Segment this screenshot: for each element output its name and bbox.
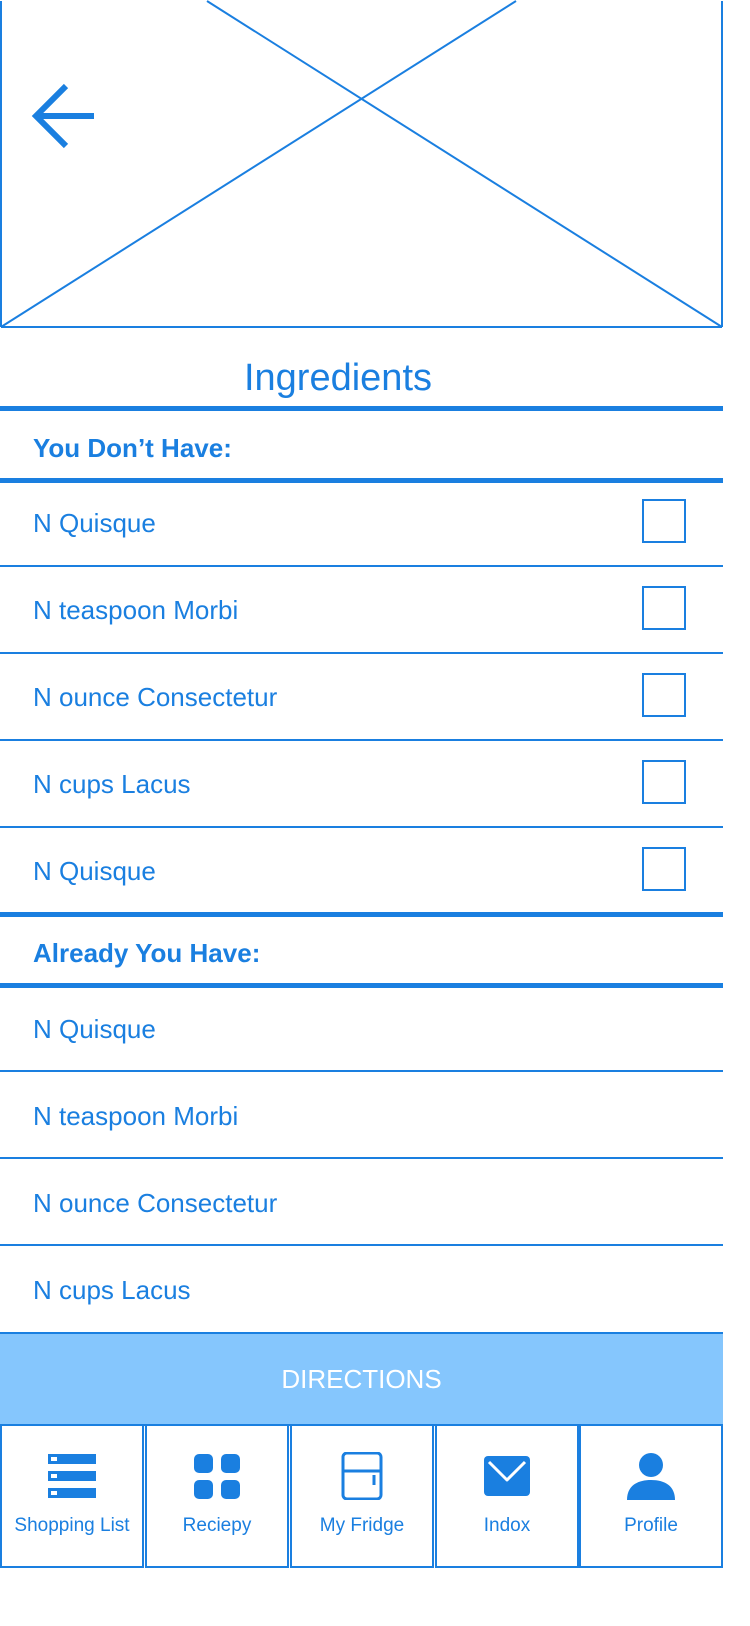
- ingredient-text: N cups Lacus: [33, 769, 191, 799]
- title-divider: [0, 406, 723, 411]
- tab-profile[interactable]: Profile: [579, 1426, 723, 1568]
- tab-shopping-list[interactable]: Shopping List: [0, 1426, 144, 1568]
- person-icon: [627, 1453, 675, 1500]
- section-divider: [0, 478, 723, 483]
- envelope-icon: [484, 1456, 530, 1496]
- tab-label: Reciepy: [182, 1515, 252, 1536]
- ingredient-text: N ounce Consectetur: [33, 682, 278, 712]
- row-divider: [0, 565, 723, 567]
- list-item: N Quisque: [33, 1014, 156, 1044]
- tab-indox[interactable]: Indox: [435, 1426, 579, 1568]
- row-divider: [0, 1244, 723, 1246]
- tab-label: My Fridge: [319, 1515, 405, 1536]
- have-section-header: Already You Have:: [33, 938, 261, 968]
- section-divider: [0, 983, 723, 988]
- ingredient-text: N teaspoon Morbi: [33, 595, 239, 625]
- ingredient-text: N Quisque: [33, 508, 156, 538]
- recipe-ingredients-screen: Ingredients You Don’t Have: N Quisque N …: [0, 0, 723, 1626]
- ingredient-checkbox[interactable]: [642, 499, 686, 543]
- tab-label: Profile: [624, 1515, 678, 1536]
- tab-label: Indox: [483, 1515, 531, 1536]
- page-title: Ingredients: [243, 357, 432, 399]
- row-divider: [0, 652, 723, 654]
- image-placeholder-graphic: [0, 0, 723, 328]
- fridge-icon: [341, 1452, 383, 1500]
- tab-my-fridge[interactable]: My Fridge: [290, 1426, 434, 1568]
- bottom-tab-bar: Shopping List Reciepy My Fridge Indox Pr…: [0, 1424, 723, 1568]
- tab-label: Shopping List: [14, 1515, 130, 1536]
- section-divider: [0, 912, 723, 917]
- ingredient-checkbox[interactable]: [642, 673, 686, 717]
- ingredient-checkbox[interactable]: [642, 847, 686, 891]
- back-button[interactable]: [28, 80, 100, 152]
- row-divider: [0, 1070, 723, 1072]
- row-divider: [0, 826, 723, 828]
- ingredient-checkbox[interactable]: [642, 586, 686, 630]
- tab-reciepy[interactable]: Reciepy: [145, 1426, 289, 1568]
- hero-image-placeholder: [0, 0, 723, 328]
- directions-button[interactable]: DIRECTIONS: [0, 1332, 723, 1424]
- missing-section-header: You Don’t Have:: [33, 433, 232, 463]
- grid-icon: [194, 1454, 240, 1499]
- ingredient-checkbox[interactable]: [642, 760, 686, 804]
- row-divider: [0, 739, 723, 741]
- list-item: N teaspoon Morbi: [33, 1101, 239, 1131]
- list-item: N ounce Consectetur: [33, 1188, 278, 1218]
- row-divider: [0, 1157, 723, 1159]
- ingredient-text: N Quisque: [33, 856, 156, 886]
- list-item: N cups Lacus: [33, 1275, 191, 1305]
- list-icon: [48, 1454, 96, 1498]
- arrow-left-icon: [31, 83, 94, 149]
